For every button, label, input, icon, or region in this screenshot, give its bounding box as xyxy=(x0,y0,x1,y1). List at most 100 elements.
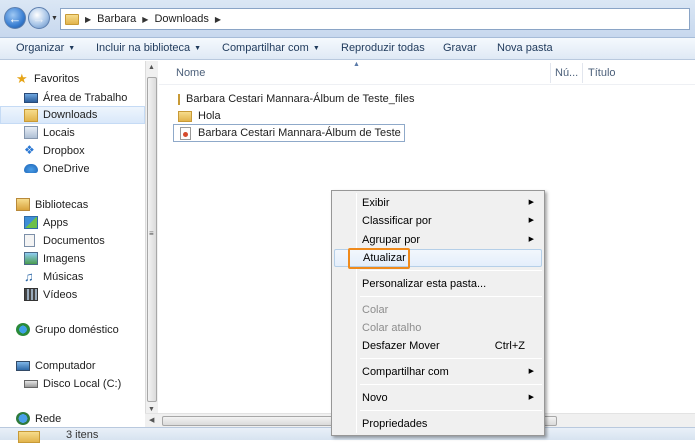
menu-label: Agrupar por xyxy=(362,234,421,246)
nav-label: Locais xyxy=(43,126,75,139)
nav-computer[interactable]: Computador xyxy=(0,357,145,374)
nav-label: Imagens xyxy=(43,252,86,265)
menu-item-share-with[interactable]: Compartilhar com ▶ xyxy=(334,363,542,381)
menu-item-new[interactable]: Novo ▶ xyxy=(334,389,542,407)
list-item[interactable]: Barbara Cestari Mannara-Álbum de Teste xyxy=(173,124,405,142)
chevron-down-icon: ▼ xyxy=(312,45,320,52)
column-number[interactable]: Nú... xyxy=(555,67,578,79)
music-note-icon: ♫ xyxy=(24,269,34,284)
menu-label: Desfazer Mover xyxy=(362,340,440,352)
play-all-button[interactable]: Reproduzir todas xyxy=(341,42,425,54)
menu-item-paste-shortcut: Colar atalho xyxy=(334,319,542,337)
nav-music[interactable]: ♫ Músicas xyxy=(0,268,145,285)
menu-item-view[interactable]: Exibir ▶ xyxy=(334,194,542,212)
nav-local-disk[interactable]: Disco Local (C:) xyxy=(0,375,145,392)
nav-label: Vídeos xyxy=(43,288,78,301)
nav-documents[interactable]: Documentos xyxy=(0,232,145,249)
nav-onedrive[interactable]: OneDrive xyxy=(0,160,145,177)
images-icon xyxy=(24,252,38,265)
list-item[interactable]: Barbara Cestari Mannara-Álbum de Teste_f… xyxy=(178,90,414,108)
menu-label: Exibir xyxy=(362,197,390,209)
nav-label: OneDrive xyxy=(43,162,90,175)
menu-separator xyxy=(360,410,542,411)
nav-images[interactable]: Imagens xyxy=(0,250,145,267)
new-folder-button[interactable]: Nova pasta xyxy=(497,42,553,54)
menu-item-properties[interactable]: Propriedades xyxy=(334,415,542,433)
context-menu: Exibir ▶ Classificar por ▶ Agrupar por ▶… xyxy=(331,190,545,436)
nav-desktop[interactable]: Área de Trabalho xyxy=(0,89,145,106)
chevron-right-icon[interactable]: ▶ xyxy=(85,15,91,24)
nav-videos[interactable]: Vídeos xyxy=(0,286,145,303)
menu-item-customize-folder[interactable]: Personalizar esta pasta... xyxy=(334,275,542,293)
nav-label: Disco Local (C:) xyxy=(43,377,122,390)
video-film-icon xyxy=(24,288,38,301)
grip-icon: ≡ xyxy=(149,229,154,238)
nav-places[interactable]: Locais xyxy=(0,124,145,141)
sort-ascending-icon: ▲ xyxy=(353,61,360,68)
star-icon: ★ xyxy=(16,71,28,86)
organize-button[interactable]: Organizar ▼ xyxy=(16,42,75,54)
keyboard-shortcut: Ctrl+Z xyxy=(494,340,525,352)
submenu-arrow-icon: ▶ xyxy=(528,199,534,206)
share-label: Compartilhar com xyxy=(222,42,309,54)
scroll-down-icon[interactable]: ▼ xyxy=(148,406,155,413)
navigation-pane: ★ Favoritos Área de Trabalho Downloads L… xyxy=(0,61,145,440)
chevron-right-icon[interactable]: ▶ xyxy=(142,15,148,24)
scroll-thumb[interactable] xyxy=(147,77,157,402)
back-arrow-icon[interactable]: ← xyxy=(4,7,26,29)
address-field[interactable]: ▶ Barbara ▶ Downloads ▶ xyxy=(60,8,690,30)
folder-icon xyxy=(65,13,79,25)
submenu-arrow-icon: ▶ xyxy=(528,368,534,375)
menu-item-paste: Colar xyxy=(334,301,542,319)
nav-favorites[interactable]: ★ Favoritos xyxy=(0,70,145,87)
breadcrumb-barbara[interactable]: Barbara xyxy=(97,13,136,25)
nav-network[interactable]: Rede xyxy=(0,410,145,427)
burn-button[interactable]: Gravar xyxy=(443,42,477,54)
scroll-left-icon[interactable]: ◀ xyxy=(149,416,154,424)
places-icon xyxy=(24,126,38,139)
nav-downloads[interactable]: Downloads xyxy=(0,106,145,124)
menu-label: Propriedades xyxy=(362,418,428,430)
share-button[interactable]: Compartilhar com ▼ xyxy=(222,42,320,54)
menu-label: Colar xyxy=(362,304,389,316)
apps-icon xyxy=(24,216,38,229)
menu-item-sort-by[interactable]: Classificar por ▶ xyxy=(334,212,542,230)
file-name: Barbara Cestari Mannara-Álbum de Teste_f… xyxy=(186,93,415,105)
scroll-up-icon[interactable]: ▲ xyxy=(148,64,155,71)
breadcrumb-downloads[interactable]: Downloads xyxy=(154,13,208,25)
downloads-folder-icon xyxy=(24,108,38,122)
nav-label: Bibliotecas xyxy=(35,198,89,211)
nav-label: Dropbox xyxy=(43,144,85,157)
history-dropdown-icon[interactable]: ▼ xyxy=(51,15,58,22)
desktop-icon xyxy=(24,92,38,103)
organize-label: Organizar xyxy=(16,42,65,54)
column-name[interactable]: Nome xyxy=(176,67,205,79)
column-header: ▲ Nome Nú... Título xyxy=(159,61,695,85)
html-document-icon xyxy=(180,126,191,140)
menu-item-undo-move[interactable]: Desfazer Mover Ctrl+Z xyxy=(334,337,542,355)
forward-arrow-icon[interactable]: → xyxy=(28,7,50,29)
nav-vertical-scrollbar[interactable]: ▲ ≡ ▼ xyxy=(145,61,158,440)
nav-label: Apps xyxy=(43,216,69,229)
folder-icon xyxy=(18,431,40,443)
nav-homegroup[interactable]: Grupo doméstico xyxy=(0,321,145,338)
menu-item-group-by[interactable]: Agrupar por ▶ xyxy=(334,231,542,249)
nav-apps[interactable]: Apps xyxy=(0,214,145,231)
folder-icon xyxy=(178,93,180,105)
nav-libraries[interactable]: Bibliotecas xyxy=(0,196,145,213)
chevron-right-icon[interactable]: ▶ xyxy=(215,15,221,24)
homegroup-icon xyxy=(16,323,30,336)
column-title[interactable]: Título xyxy=(588,67,616,79)
include-library-button[interactable]: Incluir na biblioteca ▼ xyxy=(96,42,201,54)
list-item[interactable]: Hola xyxy=(178,107,410,125)
column-divider[interactable] xyxy=(550,63,551,83)
nav-dropbox[interactable]: ❖ Dropbox xyxy=(0,142,145,159)
menu-separator xyxy=(360,270,542,271)
menu-label: Compartilhar com xyxy=(362,366,449,378)
column-divider[interactable] xyxy=(582,63,583,83)
onedrive-cloud-icon xyxy=(24,164,38,173)
disk-drive-icon xyxy=(24,379,38,388)
highlight-annotation xyxy=(348,248,410,269)
menu-label: Novo xyxy=(362,392,388,404)
library-icon xyxy=(16,198,30,211)
